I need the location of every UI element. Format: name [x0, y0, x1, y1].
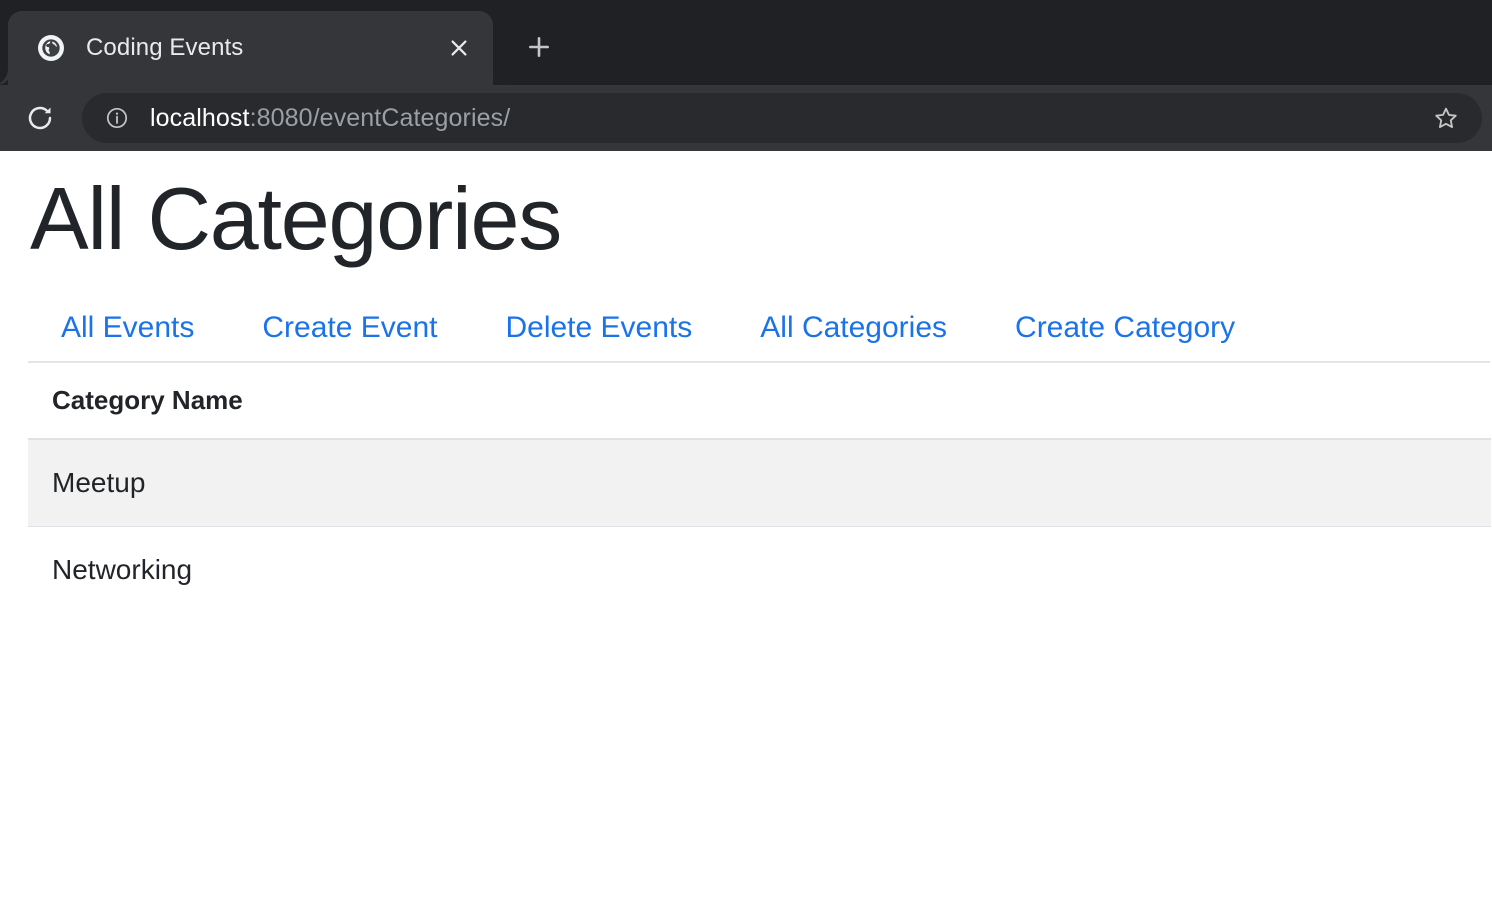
url-host: localhost	[150, 103, 250, 132]
nav-link-all-events[interactable]: All Events	[61, 311, 194, 345]
close-icon[interactable]	[439, 28, 479, 68]
page-title: All Categories	[30, 169, 562, 268]
table-row[interactable]: Meetup	[28, 438, 1491, 528]
table-head: Category Name	[28, 363, 1491, 441]
cell-category-name: Meetup	[28, 438, 1491, 528]
tab-corner-right	[493, 69, 509, 85]
column-header-category-name: Category Name	[28, 363, 1491, 441]
url-path: :8080/eventCategories/	[249, 103, 511, 132]
categories-table: Category Name Meetup Networking	[28, 363, 1491, 614]
tab-title: Coding Events	[86, 34, 244, 61]
globe-icon	[38, 35, 64, 61]
star-icon[interactable]	[1424, 96, 1468, 140]
info-circle-icon[interactable]	[104, 105, 130, 131]
table-body: Meetup Networking	[28, 438, 1491, 614]
nav-link-all-categories[interactable]: All Categories	[760, 311, 947, 345]
nav-link-create-event[interactable]: Create Event	[262, 311, 437, 345]
reload-icon[interactable]	[16, 94, 64, 142]
table-header-row: Category Name	[28, 363, 1491, 441]
new-tab-button[interactable]	[517, 25, 561, 69]
cell-category-name: Networking	[28, 526, 1491, 614]
url-text[interactable]: localhost:8080/eventCategories/	[150, 104, 1424, 133]
tab-strip: Coding Events	[0, 0, 1492, 85]
nav-link-create-category[interactable]: Create Category	[1015, 311, 1235, 345]
browser-tab-coding-events[interactable]: Coding Events	[0, 11, 509, 85]
page-container: All Categories All Events Create Event D…	[0, 151, 1492, 614]
table-row[interactable]: Networking	[28, 526, 1491, 614]
browser-toolbar: localhost:8080/eventCategories/	[0, 85, 1492, 151]
nav-link-delete-events[interactable]: Delete Events	[505, 311, 692, 345]
browser-chrome: Coding Events localhost:8080/eventCatego…	[0, 0, 1492, 151]
page-viewport: All Categories All Events Create Event D…	[0, 151, 1492, 910]
tab-corner-left	[0, 69, 8, 85]
site-nav: All Events Create Event Delete Events Al…	[28, 265, 1490, 364]
address-bar[interactable]: localhost:8080/eventCategories/	[82, 93, 1482, 143]
